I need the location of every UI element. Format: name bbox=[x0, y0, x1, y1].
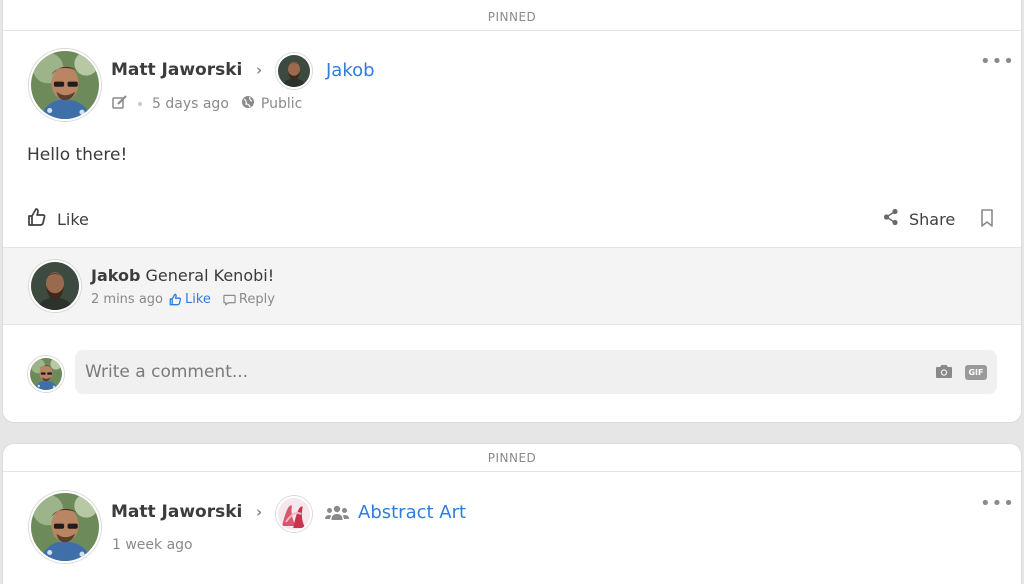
post-meta: 1 week ago bbox=[112, 537, 193, 553]
comment-text: General Kenobi! bbox=[145, 266, 275, 285]
group-name[interactable]: Abstract Art bbox=[358, 502, 466, 523]
globe-icon bbox=[241, 95, 255, 113]
thumbs-up-icon bbox=[27, 207, 47, 231]
current-user-avatar[interactable] bbox=[28, 356, 64, 392]
comment-input[interactable] bbox=[85, 350, 925, 394]
comment-composer: GIF bbox=[75, 350, 997, 394]
gif-button[interactable]: GIF bbox=[965, 365, 987, 380]
separator-dot bbox=[138, 102, 142, 106]
author-avatar[interactable] bbox=[29, 49, 101, 121]
comment-author[interactable]: Jakob bbox=[91, 266, 140, 285]
post-card: PINNED Matt Jaworski › Jakob 5 days ago … bbox=[2, 0, 1022, 423]
group-icon bbox=[325, 505, 349, 525]
author-name[interactable]: Matt Jaworski bbox=[111, 502, 242, 522]
post-time[interactable]: 5 days ago bbox=[152, 96, 229, 112]
share-icon bbox=[883, 208, 899, 230]
chevron-right-icon: › bbox=[256, 503, 263, 521]
thumbs-up-icon bbox=[169, 293, 182, 306]
post-content: Hello there! bbox=[27, 145, 128, 165]
comment-reply-button[interactable]: Reply bbox=[223, 292, 275, 307]
comment-like-label: Like bbox=[185, 292, 211, 307]
visibility-label: Public bbox=[260, 96, 303, 112]
comments-section: Jakob General Kenobi! 2 mins ago Like Re… bbox=[3, 247, 1021, 325]
like-button[interactable]: Like bbox=[27, 207, 89, 231]
more-options-icon[interactable]: ••• bbox=[980, 495, 1015, 513]
share-button[interactable]: Share bbox=[883, 208, 955, 230]
speech-bubble-icon bbox=[223, 294, 236, 306]
author-avatar[interactable] bbox=[29, 491, 101, 563]
comment-body: Jakob General Kenobi! bbox=[91, 266, 274, 285]
comment-time[interactable]: 2 mins ago bbox=[91, 292, 163, 307]
bookmark-icon[interactable] bbox=[980, 209, 994, 231]
more-options-icon[interactable]: ••• bbox=[980, 53, 1015, 71]
like-label: Like bbox=[57, 209, 89, 229]
post-meta: 5 days ago Public bbox=[112, 95, 302, 113]
post-card: PINNED Matt Jaworski › Abstract Art 1 we… bbox=[2, 443, 1022, 584]
comment-like-button[interactable]: Like bbox=[169, 292, 211, 307]
share-label: Share bbox=[909, 209, 956, 229]
commenter-avatar[interactable] bbox=[29, 260, 81, 312]
author-name[interactable]: Matt Jaworski bbox=[111, 60, 242, 80]
group-avatar[interactable] bbox=[276, 496, 312, 532]
edit-icon[interactable] bbox=[112, 95, 128, 113]
comment-reply-label: Reply bbox=[238, 292, 275, 307]
target-avatar[interactable] bbox=[276, 53, 312, 89]
pinned-label: PINNED bbox=[3, 1, 1021, 31]
chevron-right-icon: › bbox=[256, 61, 263, 79]
target-name[interactable]: Jakob bbox=[326, 60, 375, 81]
post-time[interactable]: 1 week ago bbox=[112, 537, 193, 553]
comment-meta: 2 mins ago Like Reply bbox=[91, 292, 275, 307]
camera-icon[interactable] bbox=[935, 364, 953, 383]
pinned-label: PINNED bbox=[3, 444, 1021, 472]
